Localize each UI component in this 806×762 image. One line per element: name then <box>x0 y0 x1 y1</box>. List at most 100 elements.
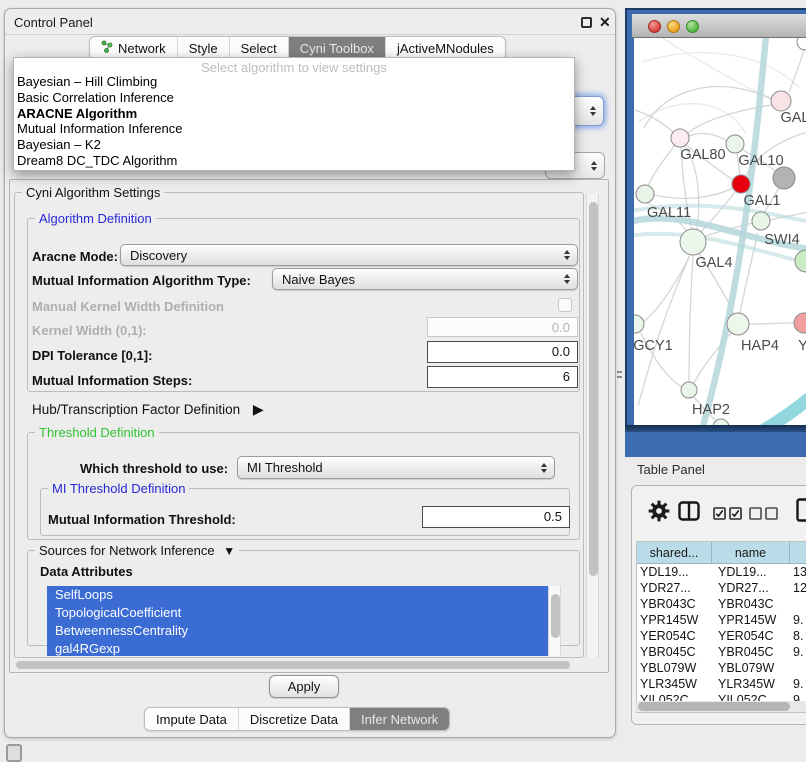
network-edge-highlighted[interactable] <box>759 397 806 427</box>
table-row[interactable]: YLR345WYLR345W9. <box>637 676 806 692</box>
table-cell: YDR27... <box>712 580 790 596</box>
network-node-gal4[interactable] <box>680 229 706 255</box>
manual-kernel-checkbox[interactable] <box>558 298 572 312</box>
algorithm-option[interactable]: Mutual Information Inference <box>14 121 574 137</box>
split-columns-icon[interactable] <box>678 501 700 521</box>
algorithm-option[interactable]: ARACNE Algorithm <box>14 106 574 122</box>
settings-hscrollbar[interactable] <box>14 660 580 670</box>
data-attribute-item[interactable]: SelfLoops <box>47 586 548 604</box>
table-cell: YER054C <box>637 628 712 644</box>
tab-style[interactable]: Style <box>178 37 230 59</box>
tab-impute-data[interactable]: Impute Data <box>145 708 239 730</box>
network-node-label: Y <box>798 338 806 354</box>
network-node-gal80[interactable] <box>671 129 689 147</box>
table-row[interactable]: YDL19...YDL19...13 <box>637 564 806 580</box>
which-threshold-select[interactable]: MI Threshold <box>237 456 555 479</box>
tab-select[interactable]: Select <box>230 37 289 59</box>
table-hscrollbar-thumb[interactable] <box>638 702 790 711</box>
panel-splitter-handle[interactable] <box>617 371 622 378</box>
algorithm-option[interactable]: Dream8 DC_TDC Algorithm <box>14 153 574 169</box>
table-cell <box>790 660 806 676</box>
network-node-hap4[interactable] <box>727 313 749 335</box>
tab-cyni-toolbox[interactable]: Cyni Toolbox <box>289 37 386 59</box>
network-node-hap2[interactable] <box>681 382 697 398</box>
kernel-width-input[interactable]: 0.0 <box>427 317 578 337</box>
column-header[interactable]: name <box>712 542 790 564</box>
column-header[interactable]: shared... <box>637 542 712 564</box>
tab-discretize-data[interactable]: Discretize Data <box>239 708 350 730</box>
table-row[interactable]: YBL079WYBL079W <box>637 660 806 676</box>
data-attribute-item[interactable]: gal4RGexp <box>47 640 548 656</box>
network-node[interactable] <box>795 250 806 272</box>
table-row[interactable]: YBR043CYBR043C <box>637 596 806 612</box>
gear-icon[interactable] <box>648 500 670 522</box>
mi-type-select[interactable]: Naive Bayes <box>272 268 578 290</box>
tab-infer-network[interactable]: Infer Network <box>350 708 449 730</box>
network-edge[interactable] <box>638 255 690 406</box>
minimize-traffic-light[interactable] <box>667 20 680 33</box>
network-node-gal11[interactable] <box>636 185 654 203</box>
algorithm-option[interactable]: Basic Correlation Inference <box>14 90 574 106</box>
attributes-list-scrollbar[interactable] <box>548 586 561 656</box>
network-node[interactable] <box>773 167 795 189</box>
network-edge[interactable] <box>689 255 693 382</box>
table-cell: 9. <box>790 644 806 660</box>
table-row[interactable]: YBR045CYBR045C9. <box>637 644 806 660</box>
table-row[interactable]: YER054CYER054C8. <box>637 628 806 644</box>
algorithm-option[interactable]: Bayesian – K2 <box>14 137 574 153</box>
network-edge[interactable] <box>749 323 794 324</box>
network-node[interactable] <box>797 38 806 50</box>
network-edge[interactable] <box>689 134 727 141</box>
network-edge[interactable] <box>654 188 733 198</box>
close-traffic-light[interactable] <box>648 20 661 33</box>
network-node-gal[interactable] <box>771 91 791 111</box>
network-node-swi4[interactable] <box>752 212 770 230</box>
settings-vscrollbar-thumb[interactable] <box>589 202 598 576</box>
tab-jactivemnodules[interactable]: jActiveMNodules <box>386 37 505 59</box>
docked-panel-icon[interactable] <box>6 744 22 762</box>
hub-definition-toggle[interactable]: Hub/Transcription Factor Definition ▶ <box>32 401 264 418</box>
unchecked-columns-icon[interactable] <box>749 507 779 520</box>
network-node-y[interactable] <box>794 313 806 333</box>
table-hscrollbar[interactable] <box>635 701 806 712</box>
sources-toggle[interactable]: Sources for Network Inference ▼ <box>35 543 239 558</box>
table-row[interactable]: YDR27...YDR27...12 <box>637 580 806 596</box>
table-row[interactable]: YPR145WYPR145W9. <box>637 612 806 628</box>
tab-label: Impute Data <box>156 712 227 727</box>
dpi-tolerance-input[interactable]: 0.0 <box>427 341 578 363</box>
network-node-gal1[interactable] <box>732 175 750 193</box>
document-icon[interactable] <box>796 498 806 522</box>
table-cell: 9. <box>790 676 806 692</box>
mi-threshold-input[interactable]: 0.5 <box>422 506 570 528</box>
column-header[interactable] <box>790 542 806 564</box>
network-edge[interactable] <box>648 145 675 186</box>
settings-vscrollbar[interactable] <box>586 194 599 658</box>
data-attribute-item[interactable]: TopologicalCoefficient <box>47 604 548 622</box>
network-edge[interactable] <box>642 255 690 323</box>
float-panel-icon[interactable] <box>581 17 592 28</box>
settings-hscrollbar-thumb[interactable] <box>16 661 570 669</box>
data-attribute-item[interactable]: BetweennessCentrality <box>47 622 548 640</box>
network-node-label: HAP2 <box>692 402 730 418</box>
apply-button[interactable]: Apply <box>269 675 339 698</box>
network-edge[interactable] <box>789 50 804 92</box>
tab-label: Style <box>189 41 218 56</box>
tab-network[interactable]: Network <box>90 37 178 59</box>
aracne-mode-select[interactable]: Discovery <box>120 244 578 266</box>
sources-title: Sources for Network Inference <box>39 543 215 558</box>
tab-label: Cyni Toolbox <box>300 41 374 56</box>
aracne-mode-label: Aracne Mode: <box>32 249 118 264</box>
zoom-traffic-light[interactable] <box>686 20 699 33</box>
network-node-gcy1[interactable] <box>634 315 644 333</box>
algorithm-option[interactable]: Bayesian – Hill Climbing <box>14 74 574 90</box>
checked-columns-icon[interactable] <box>713 507 743 520</box>
bottom-tab-bar: Impute Data Discretize DataInfer Network <box>144 707 450 731</box>
close-icon[interactable]: ✕ <box>599 14 611 31</box>
table-cell: YBR045C <box>712 644 790 660</box>
network-canvas[interactable]: GALGAL80GAL10GAL1GAL11SWI4GAL4GCY1HAP4YH… <box>634 38 806 427</box>
network-window-titlebar[interactable] <box>632 14 806 38</box>
mi-steps-input[interactable]: 6 <box>427 366 578 388</box>
network-node-gal10[interactable] <box>726 135 744 153</box>
network-node-label: GAL1 <box>743 193 780 209</box>
attributes-scrollbar-thumb[interactable] <box>551 594 560 638</box>
